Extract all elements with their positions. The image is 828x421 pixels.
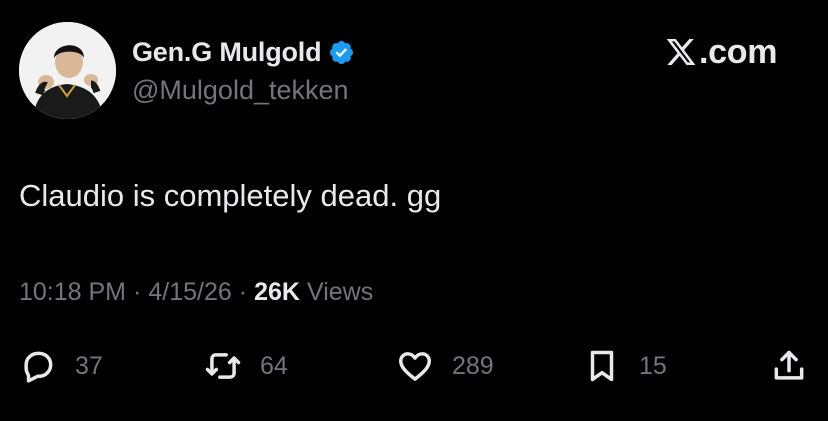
avatar[interactable] bbox=[19, 22, 116, 119]
repost-icon bbox=[204, 347, 242, 385]
views-label: Views bbox=[306, 278, 374, 306]
tweet-text: Claudio is completely dead. gg bbox=[19, 178, 442, 213]
avatar-image bbox=[19, 22, 116, 119]
reply-icon bbox=[19, 347, 57, 385]
share-icon bbox=[770, 347, 808, 385]
reply-button[interactable]: 37 bbox=[19, 344, 103, 388]
repost-count: 64 bbox=[260, 351, 288, 380]
repost-button[interactable]: 64 bbox=[204, 344, 288, 388]
like-button[interactable]: 289 bbox=[396, 344, 494, 388]
bookmark-icon bbox=[583, 347, 621, 385]
tweet-card: Gen.G Mulgold @Mulgold_tekken .com Claud… bbox=[0, 0, 828, 421]
heart-icon bbox=[396, 347, 434, 385]
tweet-time[interactable]: 10:18 PM bbox=[19, 278, 126, 307]
like-count: 289 bbox=[452, 351, 494, 380]
x-logo-icon bbox=[664, 36, 698, 68]
bookmark-button[interactable]: 15 bbox=[583, 344, 667, 388]
brand-domain: .com bbox=[699, 32, 778, 71]
views-count: 26K bbox=[254, 278, 300, 306]
brand-logo: .com bbox=[664, 31, 777, 73]
tweet-meta: 10:18 PM · 4/15/26 · 26K Views bbox=[19, 278, 373, 307]
reply-count: 37 bbox=[75, 351, 103, 380]
author-name-row: Gen.G Mulgold bbox=[132, 34, 355, 70]
tweet-date[interactable]: 4/15/26 bbox=[148, 278, 231, 307]
share-button[interactable] bbox=[770, 344, 808, 388]
bookmark-count: 15 bbox=[639, 351, 667, 380]
meta-separator: · bbox=[133, 278, 142, 306]
action-bar: 37 64 289 15 bbox=[0, 344, 828, 388]
verified-badge-icon bbox=[328, 39, 355, 66]
display-name[interactable]: Gen.G Mulgold bbox=[132, 37, 322, 68]
meta-separator: · bbox=[238, 278, 248, 306]
author-handle[interactable]: @Mulgold_tekken bbox=[132, 75, 349, 106]
